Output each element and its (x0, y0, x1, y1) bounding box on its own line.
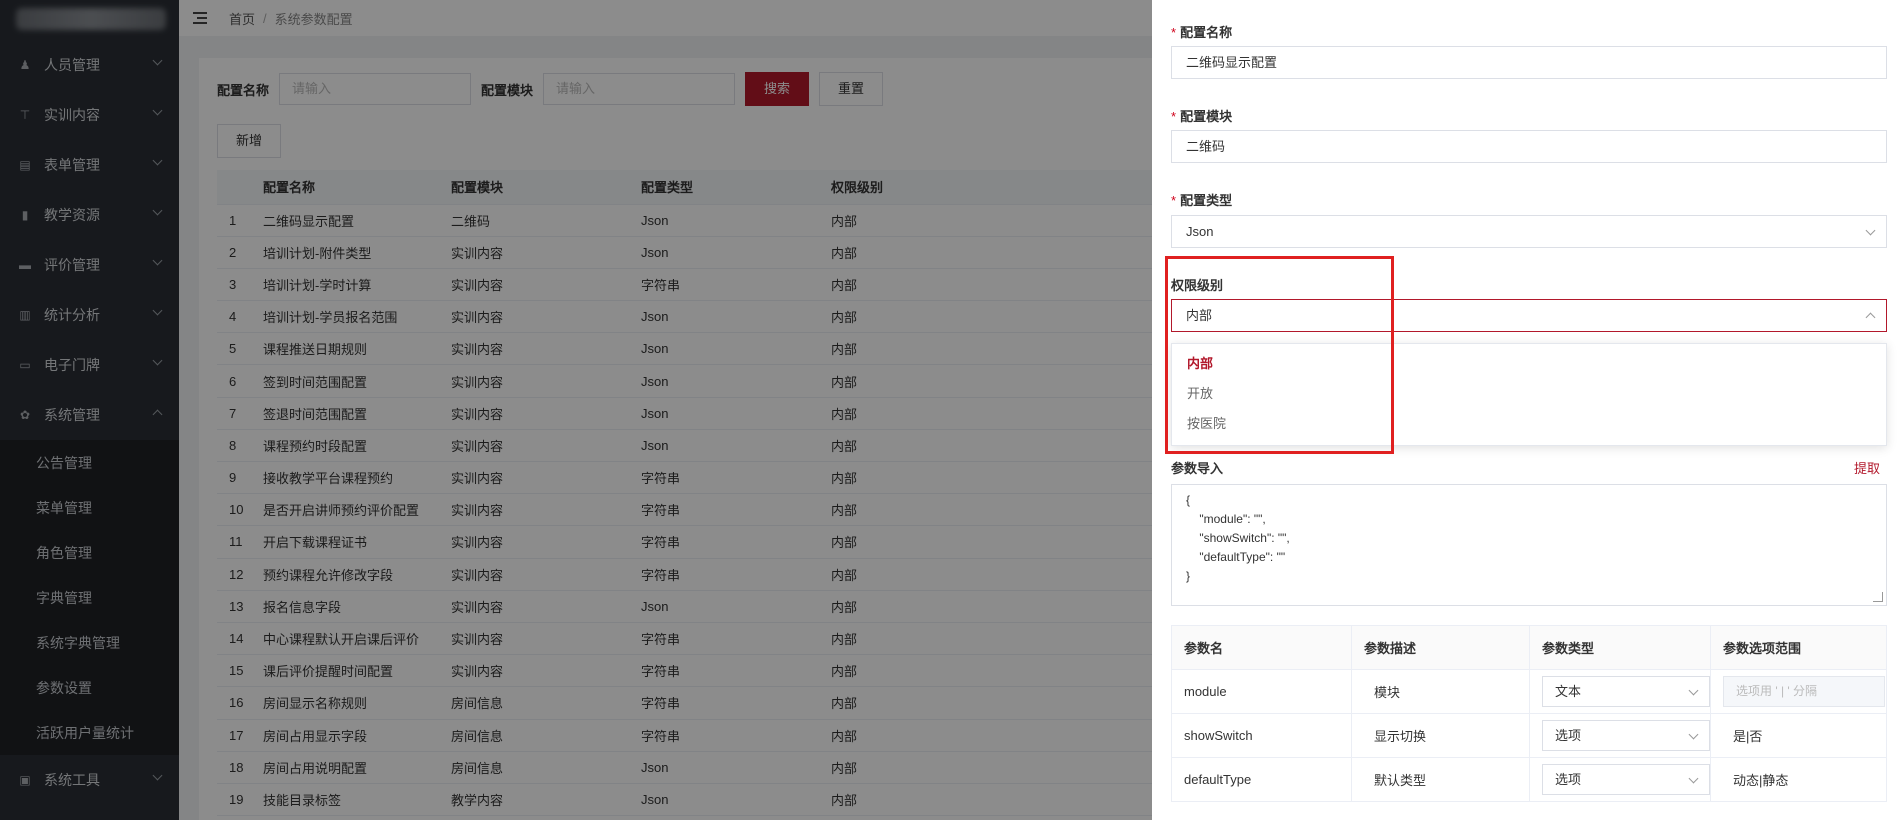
param-header-row: 参数名 参数描述 参数类型 参数选项范围 (1171, 625, 1887, 670)
config-name-label: * 配置名称 (1171, 25, 1233, 40)
access-level-select[interactable]: 内部 (1171, 299, 1887, 332)
param-range[interactable]: 动态|静态 (1710, 757, 1887, 802)
config-type-label: * 配置类型 (1171, 193, 1233, 208)
param-desc[interactable]: 模块 (1351, 669, 1530, 714)
access-level-dropdown: 内部 开放 按医院 (1171, 343, 1887, 446)
chevron-up-icon (1865, 312, 1876, 323)
param-desc[interactable]: 默认类型 (1351, 757, 1530, 802)
param-header-desc: 参数描述 (1351, 625, 1530, 670)
extract-link[interactable]: 提取 (1854, 458, 1880, 477)
chevron-down-icon (1688, 729, 1699, 740)
config-module-input[interactable]: 二维码 (1171, 130, 1887, 163)
param-row: defaultType 默认类型 选项 动态|静态 (1171, 757, 1887, 802)
param-json-text: { "module": "", "showSwitch": "", "defau… (1186, 493, 1290, 583)
chevron-down-icon (1688, 685, 1699, 696)
param-range-input[interactable]: 选项用 ' | ' 分隔 (1723, 676, 1885, 707)
config-name-input[interactable]: 二维码显示配置 (1171, 46, 1887, 79)
edit-drawer: * 配置名称 二维码显示配置 * 配置模块 二维码 * 配置类型 Json 权限级别 … (1152, 0, 1903, 820)
access-level-value: 内部 (1186, 308, 1213, 323)
config-type-value: Json (1186, 224, 1214, 239)
param-header-type: 参数类型 (1529, 625, 1711, 670)
param-table: 参数名 参数描述 参数类型 参数选项范围 module 模块 文本 选项用 ' … (1171, 625, 1887, 802)
access-level-label: 权限级别 (1171, 278, 1224, 293)
param-range[interactable]: 是|否 (1710, 713, 1887, 758)
param-type-select[interactable]: 选项 (1542, 720, 1710, 751)
option-open[interactable]: 开放 (1172, 379, 1886, 409)
param-json-textarea[interactable]: { "module": "", "showSwitch": "", "defau… (1171, 484, 1887, 606)
param-header-name: 参数名 (1171, 625, 1352, 670)
param-row: module 模块 文本 选项用 ' | ' 分隔 (1171, 669, 1887, 714)
config-type-select[interactable]: Json (1171, 215, 1887, 248)
param-desc[interactable]: 显示切换 (1351, 713, 1530, 758)
param-row: showSwitch 显示切换 选项 是|否 (1171, 713, 1887, 758)
param-header-range: 参数选项范围 (1710, 625, 1887, 670)
chevron-down-icon (1865, 225, 1876, 236)
param-import-label: 参数导入 (1171, 461, 1224, 476)
chevron-down-icon (1688, 773, 1699, 784)
config-module-label: * 配置模块 (1171, 109, 1233, 124)
param-name: defaultType (1171, 757, 1352, 802)
param-name: showSwitch (1171, 713, 1352, 758)
param-name: module (1171, 669, 1352, 714)
resize-handle-icon[interactable] (1873, 592, 1883, 602)
modal-overlay[interactable] (0, 0, 1152, 820)
option-internal[interactable]: 内部 (1172, 349, 1886, 379)
param-type-select[interactable]: 文本 (1542, 676, 1710, 707)
option-by-hospital[interactable]: 按医院 (1172, 409, 1886, 439)
param-type-select[interactable]: 选项 (1542, 764, 1710, 795)
